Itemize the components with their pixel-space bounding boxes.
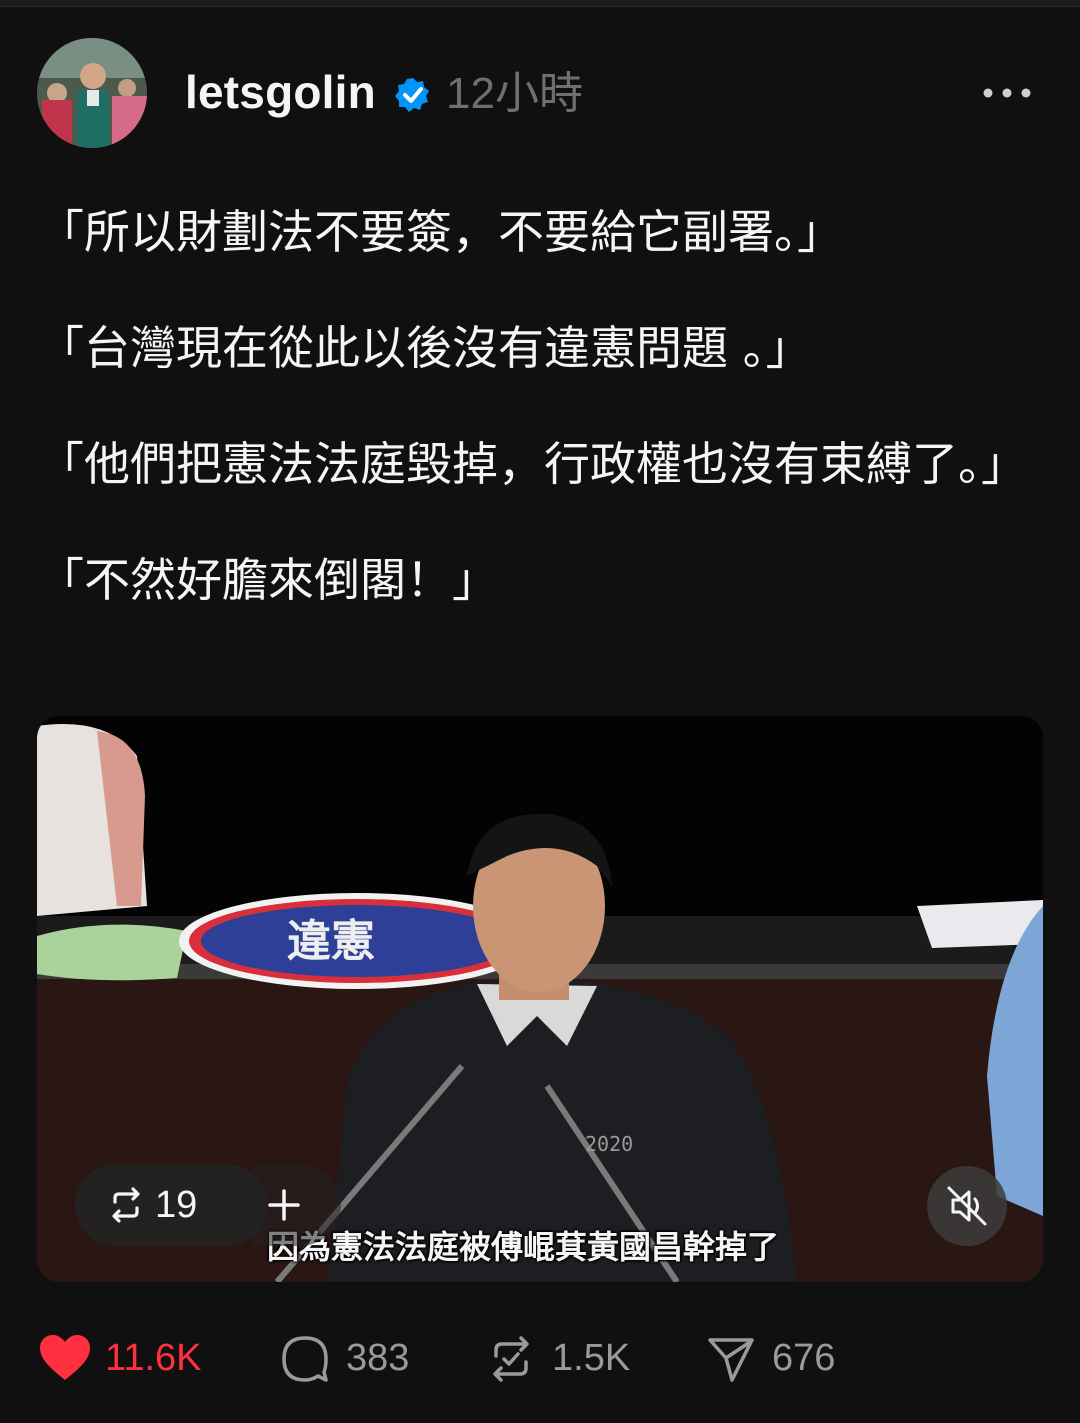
repost-icon	[486, 1334, 536, 1389]
mute-toggle-button[interactable]	[927, 1166, 1007, 1246]
username[interactable]: letsgolin	[185, 64, 376, 120]
plus-icon	[267, 1188, 301, 1227]
share-button[interactable]: 676	[706, 1328, 856, 1388]
video-subtitle: 因為憲法法庭被傅崐萁黃國昌幹掉了	[267, 1228, 780, 1266]
video-player[interactable]: 違憲 2020 因為憲法法庭被傅崐萁黃國昌幹掉了 19	[37, 716, 1043, 1282]
share-count: 676	[772, 1337, 836, 1379]
post-paragraph: 「台灣現在從此以後沒有違憲問題 。」	[38, 321, 812, 375]
avatar[interactable]	[37, 38, 147, 148]
more-horizontal-icon[interactable]	[978, 78, 1036, 108]
top-divider	[0, 0, 1080, 7]
post-paragraph: 「不然好膽來倒閣！」	[38, 553, 498, 607]
like-button[interactable]: 11.6K	[38, 1328, 218, 1388]
reply-count: 383	[346, 1337, 410, 1379]
speaker-muted-icon	[947, 1186, 987, 1226]
heart-icon	[38, 1334, 92, 1387]
placard-text: 違憲	[287, 916, 375, 967]
send-icon	[706, 1334, 756, 1389]
jacket-text: 2020	[585, 1132, 633, 1156]
like-count: 11.6K	[105, 1337, 202, 1379]
repost-button[interactable]: 1.5K	[486, 1328, 646, 1388]
repost-count: 1.5K	[552, 1337, 631, 1379]
video-repost-button[interactable]: 19	[75, 1164, 267, 1246]
post-timestamp: 12小時	[446, 69, 583, 118]
video-repost-count: 19	[155, 1184, 198, 1226]
repost-icon	[107, 1186, 145, 1229]
post-paragraph: 「他們把憲法法庭毀掉，行政權也沒有束縛了。」	[38, 437, 1027, 491]
reply-button[interactable]: 383	[280, 1328, 420, 1388]
verified-badge-icon	[394, 76, 432, 114]
comment-bubble-icon	[280, 1334, 330, 1389]
post-paragraph: 「所以財劃法不要簽，不要給它副署。」	[38, 205, 843, 259]
post-body: 「所以財劃法不要簽，不要給它副署。」 「台灣現在從此以後沒有違憲問題 。」 「他…	[38, 196, 1038, 660]
